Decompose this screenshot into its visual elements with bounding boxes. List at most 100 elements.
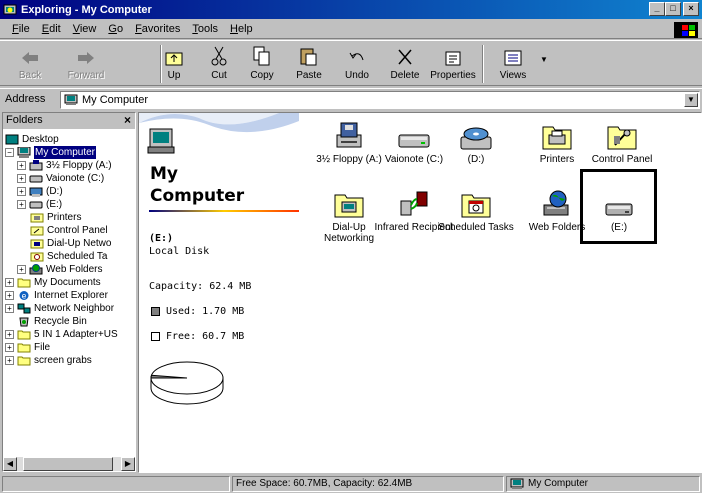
tree-item-network-neighborhood[interactable]: + Network Neighbor [5,302,114,315]
tree-item-recycle-bin[interactable]: Recycle Bin [17,315,87,328]
up-button[interactable]: Up [150,44,198,84]
floppy-drive-icon [336,122,362,148]
icon-d-drive[interactable]: (D:) [436,117,516,165]
disk-usage-pie [150,361,224,405]
window-title: Exploring - My Computer [21,3,152,16]
tree-item-my-computer[interactable]: − My Computer [5,146,97,159]
selection-highlight-box [580,169,657,244]
tree-item-desktop[interactable]: Desktop [5,133,59,146]
tree-item-scheduled-tasks[interactable]: Scheduled Ta [30,250,107,263]
views-dropdown-icon[interactable]: ▼ [540,55,548,64]
tree-item-web-folders[interactable]: + Web Folders [17,263,103,276]
copy-button[interactable]: Copy [238,44,286,84]
standard-toolbar: Back Forward Up Cut Copy Paste Undo Dele… [0,40,702,86]
page-title: My Computer [150,164,245,206]
views-icon [504,50,522,66]
desktop-icon [5,134,19,145]
tree-item-adapter[interactable]: + 5 IN 1 Adapter+US [5,328,118,341]
tree-item-control-panel[interactable]: Control Panel [30,224,108,237]
scroll-thumb[interactable] [23,457,113,471]
my-computer-icon [17,147,31,158]
scheduled-tasks-icon [30,252,44,262]
web-folders-icon [29,264,43,275]
selected-drive-type: Local Disk [149,246,210,257]
tree-item-internet-explorer[interactable]: + e Internet Explorer [5,289,108,302]
cut-button[interactable]: Cut [195,44,243,84]
menu-view[interactable]: View [67,23,103,35]
menu-go[interactable]: Go [102,23,129,35]
paste-button[interactable]: Paste [285,44,333,84]
tree-item-d-drive[interactable]: + (D:) [17,185,63,198]
tree-item-printers[interactable]: Printers [30,211,81,224]
web-folders-icon [543,190,569,216]
status-cell-left [2,476,230,492]
menu-file[interactable]: File [6,23,36,35]
folders-close-button[interactable]: × [124,113,131,128]
explorer-app-icon [3,4,17,14]
free-space: Free: 60.7 MB [151,331,244,342]
free-swatch [151,332,160,341]
dialup-networking-icon [30,239,44,249]
tree-item-floppy[interactable]: + 3½ Floppy (A:) [17,159,112,172]
properties-button[interactable]: Properties [429,44,477,84]
forward-arrow-icon [78,52,94,64]
network-neighborhood-icon [17,303,31,314]
floppy-drive-icon [29,160,43,171]
recycle-bin-icon [19,317,29,327]
tree-item-file[interactable]: + File [5,341,50,354]
views-button[interactable]: Views [487,44,539,84]
scissors-icon [211,46,227,66]
address-dropdown-button[interactable]: ▼ [684,93,698,107]
folders-pane: Folders × Desktop − My Computer + 3½ Flo… [2,112,136,472]
title-bar[interactable]: Exploring - My Computer _ □ × [0,0,702,19]
menu-help[interactable]: Help [224,23,259,35]
back-button[interactable]: Back [6,44,54,84]
title-divider [149,210,299,212]
close-button[interactable]: × [683,2,699,16]
cd-drive-icon [460,127,492,150]
folder-icon [17,356,31,366]
delete-button[interactable]: Delete [381,44,429,84]
printers-folder-icon [542,126,572,150]
address-input[interactable]: My Computer ▼ [60,91,700,109]
undo-icon [349,52,364,61]
my-computer-small-icon [64,94,78,105]
status-location: My Computer [506,476,700,492]
folder-icon [17,278,31,288]
dialup-networking-icon [334,194,364,218]
explorer-window: Exploring - My Computer _ □ × File Edit … [0,0,702,493]
back-arrow-icon [22,52,38,64]
tree-item-dialup[interactable]: Dial-Up Netwo [30,237,111,250]
address-bar: Address My Computer ▼ [0,88,702,110]
status-free-space: Free Space: 60.7MB, Capacity: 62.4MB [232,476,504,492]
tree-item-c-drive[interactable]: + Vaionote (C:) [17,172,104,185]
control-panel-icon [607,126,637,150]
scheduled-tasks-icon [461,194,491,218]
folders-horizontal-scrollbar[interactable]: ◀ ▶ [3,457,135,471]
folder-tree: Desktop − My Computer + 3½ Floppy (A:) +… [3,131,135,457]
status-bar: Free Space: 60.7MB, Capacity: 62.4MB My … [0,474,702,493]
up-folder-icon [165,52,183,66]
undo-button[interactable]: Undo [333,44,381,84]
scroll-left-button[interactable]: ◀ [3,457,17,471]
minimize-button[interactable]: _ [649,2,665,16]
hard-drive-icon [398,134,430,148]
icon-scheduled-tasks[interactable]: Scheduled Tasks [436,185,516,233]
icon-control-panel[interactable]: Control Panel [582,117,662,165]
tree-item-e-drive[interactable]: + (E:) [17,198,62,211]
infrared-icon [400,191,428,216]
control-panel-icon [30,226,44,236]
folder-icon [17,343,31,353]
menu-edit[interactable]: Edit [36,23,67,35]
scroll-right-button[interactable]: ▶ [121,457,135,471]
menu-tools[interactable]: Tools [186,23,224,35]
internet-explorer-icon: e [19,291,29,301]
my-computer-small-icon [510,478,524,489]
menu-favorites[interactable]: Favorites [129,23,186,35]
forward-button[interactable]: Forward [62,44,110,84]
tree-item-my-documents[interactable]: + My Documents [5,276,101,289]
folders-header: Folders × [3,113,135,129]
maximize-button[interactable]: □ [665,2,681,16]
tree-item-screen-grabs[interactable]: + screen grabs [5,354,92,367]
used-space: Used: 1.70 MB [151,306,244,317]
